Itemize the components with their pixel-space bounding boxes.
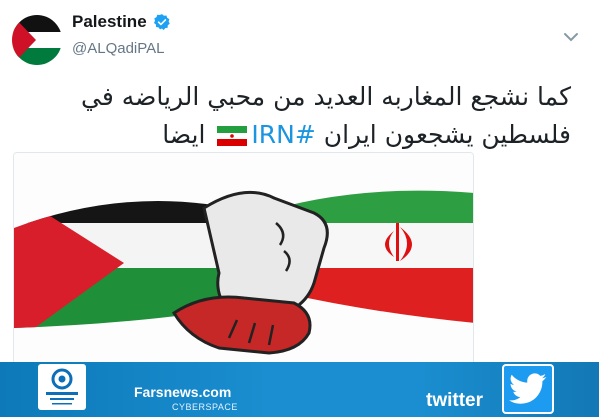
handle[interactable]: @ALQadiPAL [72, 40, 165, 57]
source-subtitle: CYBERSPACE [172, 402, 238, 412]
iran-flag-icon [217, 126, 248, 146]
platform-label: twitter [426, 390, 483, 411]
tweet-line-2-end: ايضا [162, 120, 206, 149]
chevron-down-icon[interactable] [563, 32, 579, 42]
display-name[interactable]: Palestine [72, 12, 171, 32]
tweet-line-1: كما نشجع المغاربه العديد من محبي الرياضه… [81, 82, 571, 111]
tweet-line-2-start: فلسطين يشجعون ايران [323, 120, 571, 149]
twitter-bird-icon [509, 373, 547, 404]
source-url: Farsnews.com [134, 384, 232, 400]
twitter-logo [502, 364, 554, 414]
verified-badge-icon [153, 14, 170, 31]
tweet-line-2: فلسطين يشجعون ايران #IRN ايضا [11, 116, 571, 154]
hashtag-link[interactable]: #IRN [251, 120, 315, 149]
fars-news-agency-icon [46, 368, 78, 405]
fars-news-logo [38, 364, 86, 410]
avatar[interactable] [12, 15, 62, 65]
palestine-flag-icon [12, 15, 62, 65]
tweet-text: كما نشجع المغاربه العديد من محبي الرياضه… [11, 78, 571, 154]
display-name-text: Palestine [72, 12, 147, 31]
